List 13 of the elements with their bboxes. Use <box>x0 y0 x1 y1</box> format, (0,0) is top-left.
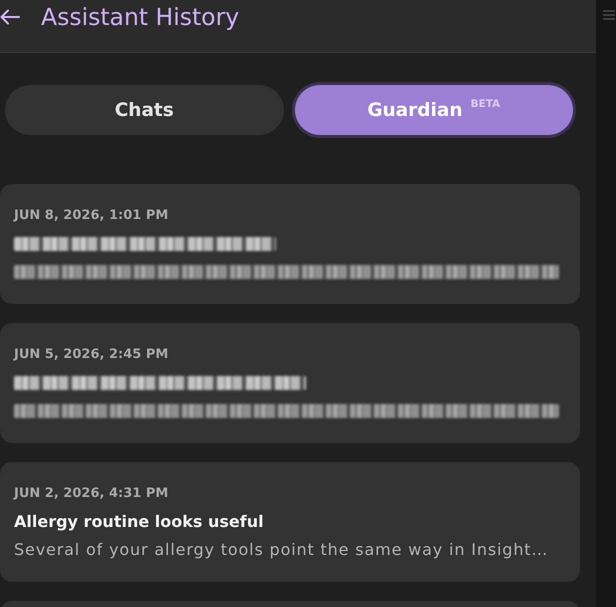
history-card[interactable]: JUN 2, 2026, 4:31 PM Allergy routine looks useful Several of your allergy tools point the same way in Insight… <box>0 462 580 582</box>
page-title: Assistant History <box>41 3 240 31</box>
card-date: JUN 8, 2026, 1:01 PM <box>14 208 168 224</box>
card-title: Allergy routine looks useful <box>14 512 264 532</box>
card-preview: Several of your allergy tools point the same way in Insight… <box>14 540 548 560</box>
card-date: JUN 5, 2026, 2:45 PM <box>14 347 168 363</box>
history-card[interactable]: JUN 8, 2026, 1:01 PM <box>0 184 580 304</box>
beta-label: BETA <box>470 98 500 110</box>
tab[interactable]: Chats <box>5 85 284 135</box>
history-card[interactable]: JUN 5, 2026, 2:45 PM <box>0 323 580 443</box>
tab[interactable]: Guardian BETA <box>294 85 573 135</box>
card-date: JUN 2, 2026, 4:31 PM <box>14 486 168 502</box>
back-arrow-icon[interactable] <box>0 9 20 25</box>
